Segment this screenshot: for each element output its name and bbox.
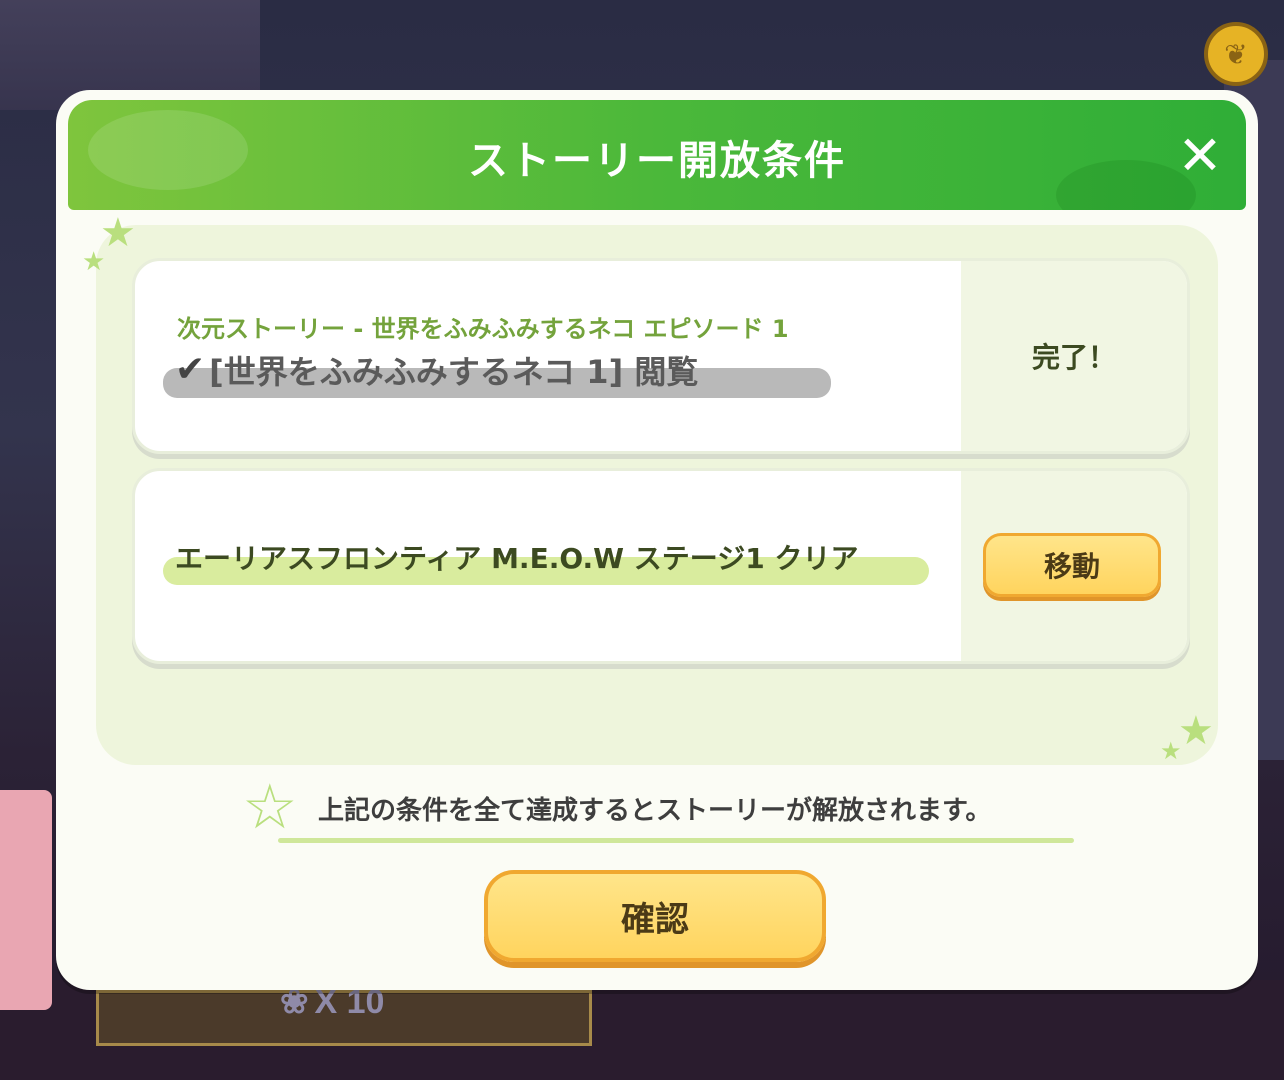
close-button[interactable]: ✕ (1174, 129, 1226, 183)
star-outline-icon: ☆ (242, 770, 298, 843)
background-ticket (0, 790, 52, 1010)
dialog-title: ストーリー開放条件 (468, 138, 846, 184)
star-decoration-icon: ★ (82, 247, 106, 277)
condition-text: [世界をふみふみするネコ 1] 閲覧 (209, 353, 699, 391)
condition-subtitle: 次元ストーリー - 世界をふみふみするネコ エピソード 1 (177, 315, 789, 343)
condition-card-2: エーリアスフロンティア M.E.O.W ステージ1 クリア 移動 (132, 468, 1190, 664)
currency-coin-icon[interactable]: ❦ (1204, 22, 1268, 86)
story-unlock-dialog: ストーリー開放条件 ✕ ★ ★ ★ ★ 次元ストーリー - 世界をふみふみするネ… (56, 90, 1258, 990)
note-underline (278, 838, 1074, 843)
close-icon: ✕ (1177, 124, 1223, 187)
star-decoration-icon: ★ (100, 210, 136, 256)
condition-row: ✔ [世界をふみふみするネコ 1] 閲覧 (175, 347, 698, 393)
unlock-note: 上記の条件を全て達成するとストーリーが解放されます。 (318, 796, 992, 826)
star-decoration-icon: ★ (1160, 737, 1182, 765)
condition-card-1: 次元ストーリー - 世界をふみふみするネコ エピソード 1 ✔ [世界をふみふみ… (132, 258, 1190, 454)
condition-text: エーリアスフロンティア M.E.O.W ステージ1 クリア (175, 542, 859, 575)
move-button[interactable]: 移動 (983, 533, 1161, 597)
confirm-button[interactable]: 確認 (484, 870, 826, 962)
dialog-header: ストーリー開放条件 ✕ (68, 100, 1246, 210)
star-decoration-icon: ★ (1178, 708, 1214, 754)
check-icon: ✔ (175, 349, 206, 390)
condition-complete-label: 完了！ (1031, 341, 1116, 374)
